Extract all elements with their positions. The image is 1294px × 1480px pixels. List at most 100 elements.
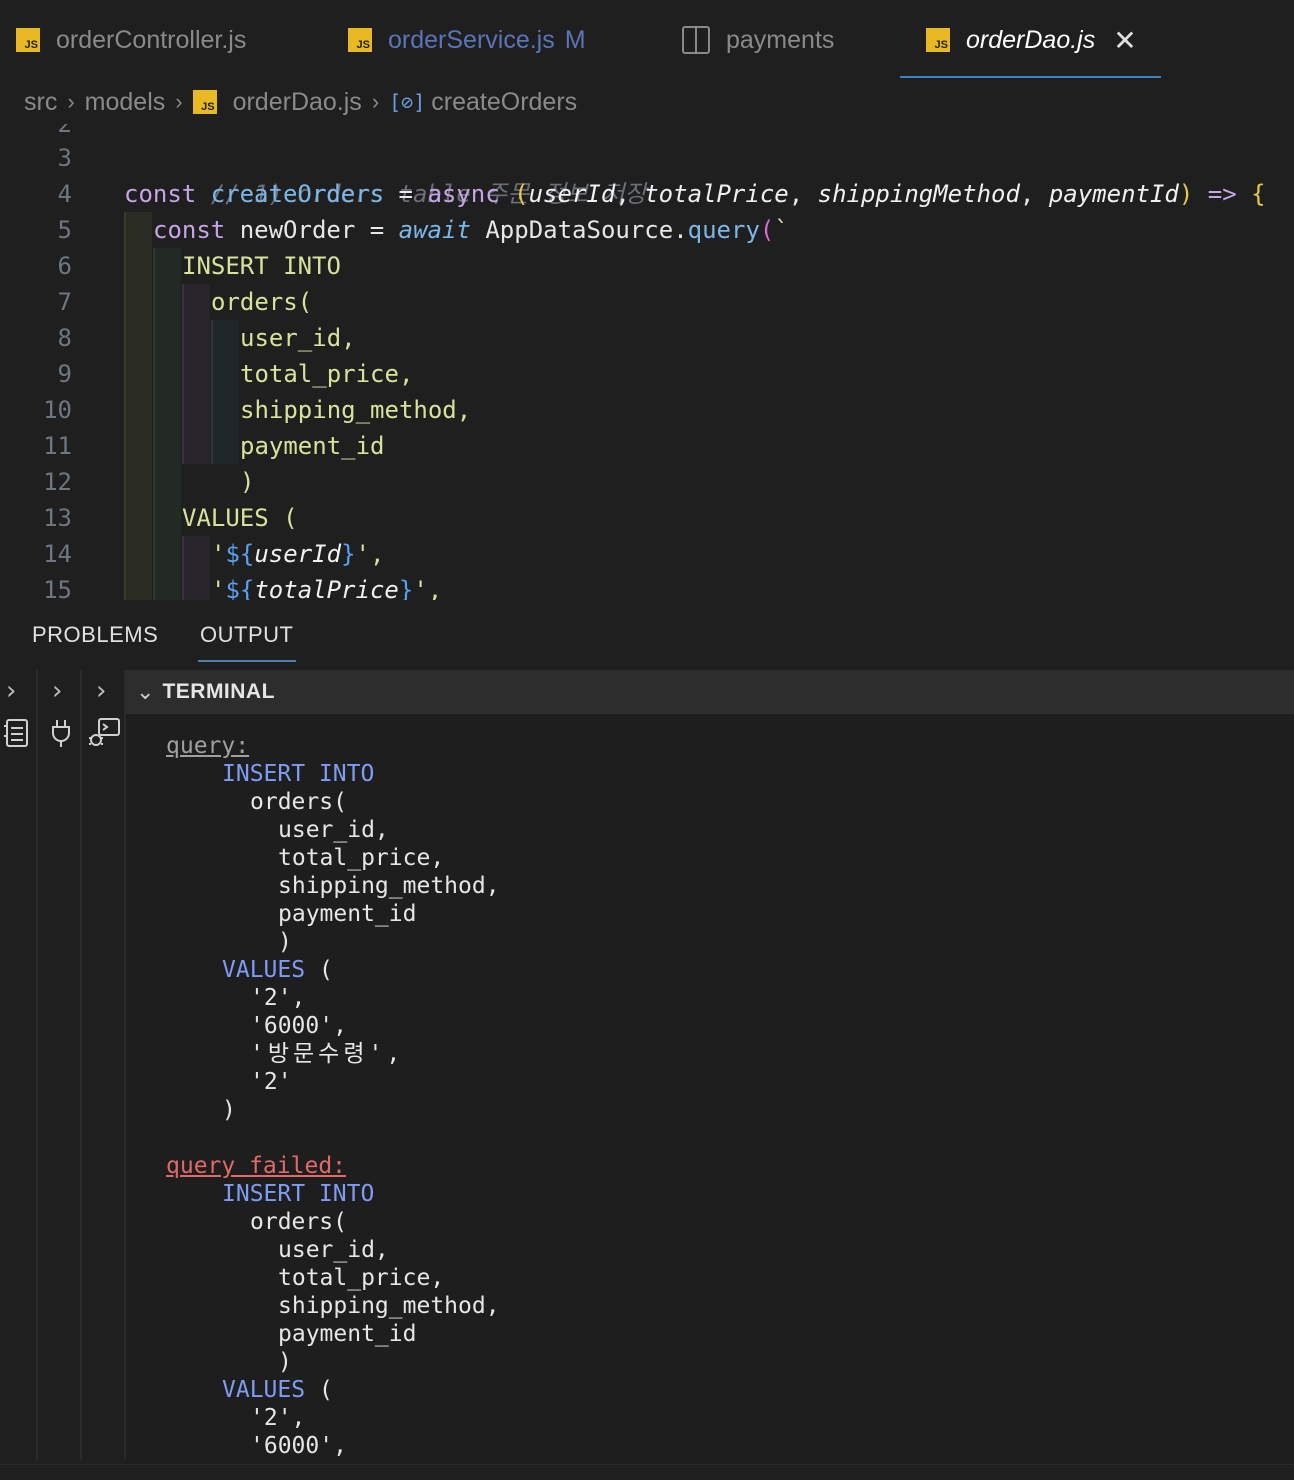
method: query	[687, 216, 760, 244]
brace: {	[1251, 180, 1266, 208]
chevron-right-icon[interactable]: ›	[52, 676, 62, 706]
indent-guide	[124, 212, 152, 600]
code-line: payment_id	[240, 432, 385, 460]
terminal-header[interactable]: ⌄ TERMINAL	[126, 670, 1294, 714]
line-number: 9	[57, 360, 72, 388]
tab-label: payments	[726, 25, 835, 54]
debug-console-icon[interactable]	[86, 716, 122, 752]
tab-label: orderController.js	[56, 25, 247, 54]
indent-guide	[211, 320, 239, 464]
code-line-query-call: const newOrder = await AppDataSource.que…	[153, 212, 789, 248]
line-number: 7	[57, 288, 72, 316]
quote: ',	[413, 576, 443, 600]
object: AppDataSource.	[470, 216, 688, 244]
chevron-down-icon[interactable]: ⌄	[136, 680, 154, 705]
code-area[interactable]: // 1) orders table 주문 정보 저장 const create…	[124, 124, 1294, 600]
terminal-line: '2',	[250, 985, 306, 1011]
terminal-line: VALUES (	[222, 956, 333, 984]
chevron-right-icon: ›	[371, 89, 380, 114]
code-line: total_price,	[240, 360, 414, 388]
js-file-icon: JS	[348, 28, 372, 52]
terminal-line: '6000',	[250, 1433, 347, 1459]
editor-tab-bar: JS orderController.js JS orderService.js…	[0, 0, 1294, 80]
breadcrumb-file[interactable]: orderDao.js	[233, 88, 362, 117]
terminal-line: VALUES (	[222, 1376, 333, 1404]
function-name: createOrders	[210, 180, 385, 208]
paren: (	[305, 957, 333, 983]
comma: ,	[615, 180, 645, 208]
terminal-line: INSERT INTO	[222, 1181, 375, 1207]
status-bar	[0, 1464, 1294, 1480]
query-failed-label: query failed:	[166, 1153, 347, 1179]
breadcrumb-models[interactable]: models	[85, 88, 166, 117]
terminal-line: payment_id	[278, 1321, 417, 1347]
line-number: 15	[43, 576, 72, 600]
code-line: )	[240, 468, 255, 496]
tab-payments[interactable]: payments	[682, 0, 834, 80]
keyword: const	[153, 216, 240, 244]
quote: '	[211, 576, 226, 600]
tab-problems[interactable]: PROBLEMS	[32, 622, 158, 648]
chevron-right-icon[interactable]: ›	[96, 676, 106, 706]
chevron-right-icon: ›	[67, 89, 75, 114]
terminal-line: '2'	[250, 1069, 292, 1095]
notebook-icon[interactable]	[2, 716, 32, 752]
breadcrumb-symbol[interactable]: createOrders	[431, 88, 577, 117]
tab-order-controller[interactable]: JS orderController.js	[16, 0, 246, 80]
indent-guide	[153, 248, 181, 600]
line-number: 14	[43, 540, 72, 568]
line-number: 5	[57, 216, 72, 244]
code-line: shipping_method,	[240, 396, 472, 424]
js-file-icon: JS	[16, 28, 40, 52]
code-line-template: '${totalPrice}',	[211, 572, 442, 600]
terminal-line: shipping_method,	[278, 873, 500, 899]
terminal-line: total_price,	[278, 1265, 445, 1291]
breadcrumb: src › models › JS orderDao.js › [⊘] crea…	[0, 80, 1294, 124]
code-editor[interactable]: 2 3 4 5 6 7 8 9 10 11 12 13 14 15 // 1) …	[0, 124, 1294, 600]
tab-order-service[interactable]: JS orderService.js M	[348, 0, 586, 80]
breadcrumb-src[interactable]: src	[24, 88, 57, 117]
chevron-right-icon[interactable]: ›	[6, 676, 16, 706]
variable: newOrder	[239, 216, 356, 244]
code-line-function-signature: const createOrders = async (userId, tota…	[124, 176, 1266, 212]
param: shippingMethod	[817, 180, 1020, 208]
keyword: const	[124, 180, 211, 208]
terminal-line: '방문수령',	[250, 1041, 405, 1067]
code-line: INSERT INTO	[182, 252, 341, 280]
terminal-output[interactable]: query: INSERT INTO orders( user_id, tota…	[126, 714, 1294, 1464]
code-line: VALUES (	[182, 504, 298, 532]
js-file-icon: JS	[192, 90, 217, 114]
collapsed-panel-strip[interactable]	[82, 670, 126, 1460]
tab-order-dao[interactable]: JS orderDao.js ✕	[900, 0, 1161, 80]
quote: ',	[355, 540, 385, 568]
terminal-line: orders(	[250, 789, 347, 815]
backtick: `	[774, 216, 789, 244]
terminal-line: )	[222, 1097, 236, 1123]
param: totalPrice	[644, 180, 789, 208]
code-line-comment: // 1) orders table 주문 정보 저장	[124, 140, 647, 208]
tab-label: orderService.js	[388, 25, 555, 54]
terminal-line: shipping_method,	[278, 1293, 500, 1319]
param: userId	[528, 180, 616, 208]
collapsed-panel-strip[interactable]	[0, 670, 38, 1460]
active-tab-indicator	[198, 660, 296, 662]
sql-keyword: VALUES	[222, 957, 306, 983]
tab-output[interactable]: OUTPUT	[200, 622, 293, 648]
close-icon[interactable]: ✕	[1113, 24, 1136, 57]
symbol-variable-icon: [⊘]	[389, 90, 426, 114]
terminal-line: user_id,	[278, 817, 389, 843]
paren: )	[1178, 180, 1194, 208]
plug-icon[interactable]	[46, 716, 76, 752]
template-close: }	[398, 576, 414, 600]
line-number: 10	[43, 396, 72, 424]
terminal-line: orders(	[250, 1209, 347, 1235]
panel-tab-bar: PROBLEMS OUTPUT	[0, 600, 1294, 670]
keyword: async	[427, 180, 515, 208]
line-number: 13	[43, 504, 72, 532]
line-number: 6	[57, 252, 72, 280]
operator: =	[355, 216, 399, 244]
terminal-line: total_price,	[278, 845, 445, 871]
line-number: 12	[43, 468, 72, 496]
tab-label: orderDao.js	[966, 25, 1096, 54]
collapsed-panel-strip[interactable]	[38, 670, 82, 1460]
